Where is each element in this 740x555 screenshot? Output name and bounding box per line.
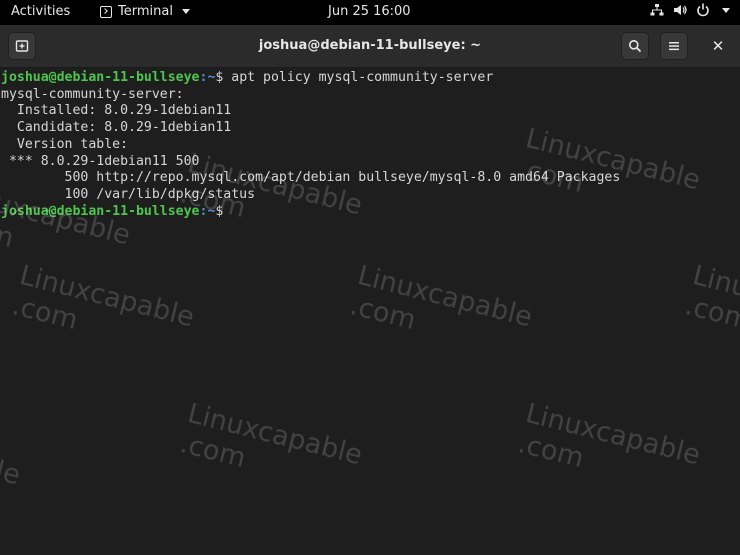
output-line: mysql-community-server: [1,86,184,102]
search-button[interactable] [621,32,649,60]
terminal-view[interactable]: joshua@debian-11-bullseye:~$ apt policy … [0,68,740,555]
network-icon [650,4,664,16]
output-line: Candidate: 8.0.29-1debian11 [1,120,232,136]
command-text: $ apt policy mysql-community-server [215,70,494,85]
volume-icon [674,5,687,15]
watermark: Linuxcapable.com [9,260,198,337]
watermark: Linuxcapable.com [0,418,24,492]
prompt-user-host: joshua@debian-11-bullseye [1,203,200,219]
output-line: Installed: 8.0.29-1debian11 [1,103,232,119]
prompt: joshua@debian-11-bullseye:~ [1,70,215,85]
watermark: Linuxcapable.com [177,398,366,475]
prompt-suffix: $ [215,203,224,219]
app-menu[interactable]: Terminal [100,4,190,19]
terminal-app-icon [100,5,112,18]
watermark: Linuxcapable.com [682,260,740,337]
activities-button[interactable]: Activities [11,4,70,19]
hamburger-menu-icon [669,42,679,51]
prompt: joshua@debian-11-bullseye:~ [1,204,215,219]
watermark: Linuxcapable.com [347,260,536,337]
chevron-down-icon [722,7,730,13]
output-line: 500 http://repo.mysql.com/apt/debian bul… [1,170,621,186]
prompt-user-host: joshua@debian-11-bullseye [1,70,200,85]
terminal-output: joshua@debian-11-bullseye:~$ apt policy … [1,70,620,220]
search-icon [629,40,642,53]
close-icon: ✕ [711,37,725,55]
watermark: Linuxcapable.com [515,398,704,475]
chevron-down-icon [181,9,190,14]
output-line: 100 /var/lib/dpkg/status [1,186,256,202]
top-bar: Activities Terminal Jun 25 16:00 [0,0,740,25]
terminal-headerbar: joshua@debian-11-bullseye: ~ ✕ [0,25,740,68]
output-line: Version table: [1,136,129,152]
prompt-path: :~ [199,203,216,219]
prompt-path: :~ [199,70,216,85]
close-button[interactable]: ✕ [704,32,732,60]
power-icon [697,3,709,17]
app-menu-label: Terminal [118,4,173,19]
system-status-area[interactable] [650,3,730,17]
output-line: *** 8.0.29-1debian11 500 [1,153,200,169]
menu-button[interactable] [660,32,688,60]
clock[interactable]: Jun 25 16:00 [328,4,411,19]
